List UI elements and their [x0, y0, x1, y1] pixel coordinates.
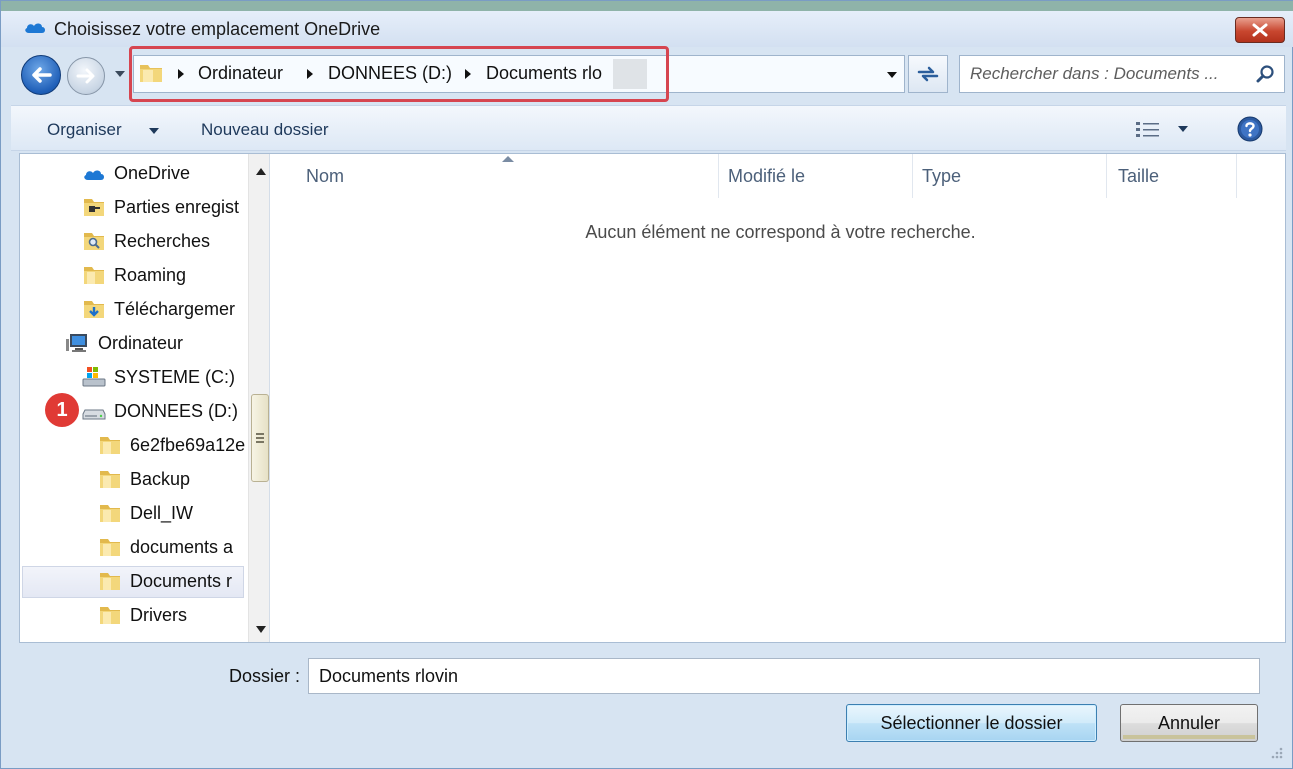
close-icon — [1252, 23, 1268, 37]
new-folder-button[interactable]: Nouveau dossier — [201, 120, 329, 140]
tree-item-label: Ordinateur — [98, 332, 184, 353]
tree-item-label: Téléchargemer — [114, 298, 236, 319]
folder-name-input[interactable] — [308, 658, 1260, 694]
chevron-down-icon[interactable] — [149, 128, 159, 135]
column-separator[interactable] — [718, 154, 719, 198]
tree-item-label: 6e2fbe69a12e — [130, 434, 246, 455]
system-drive-icon — [82, 367, 106, 387]
sort-ascending-icon — [502, 156, 514, 162]
tree-item-label: Backup — [130, 468, 191, 489]
empty-list-message: Aucun élément ne correspond à votre rech… — [585, 222, 976, 242]
help-icon[interactable] — [1237, 116, 1263, 142]
back-button[interactable] — [21, 55, 61, 95]
refresh-icon — [917, 66, 939, 82]
drive-icon — [82, 409, 106, 420]
column-separator[interactable] — [1236, 154, 1237, 198]
column-header-name[interactable]: Nom — [306, 166, 344, 187]
tree-item-label: documents a — [130, 536, 234, 557]
tree-item-label: DONNEES (D:) — [114, 400, 239, 421]
tree-item-saved-games[interactable]: Parties enregist — [82, 192, 239, 222]
chevron-down-icon[interactable] — [1178, 126, 1188, 133]
computer-icon — [66, 334, 87, 352]
column-separator[interactable] — [1106, 154, 1107, 198]
close-button[interactable] — [1235, 17, 1285, 43]
tree-item-label: Drivers — [130, 604, 187, 625]
tree-item-label: Parties enregist — [114, 196, 240, 217]
tree-item-label: Recherches — [114, 230, 211, 251]
tree-item-searches[interactable]: Recherches — [82, 226, 210, 256]
tree-scrollbar[interactable] — [248, 154, 269, 642]
step-badge: 1 — [45, 393, 79, 427]
tree-item-downloads[interactable]: Téléchargemer — [82, 294, 235, 324]
scroll-grip-icon — [256, 433, 264, 443]
history-dropdown-icon[interactable] — [114, 68, 126, 80]
address-dropdown-icon[interactable] — [886, 70, 898, 80]
column-header-modified[interactable]: Modifié le — [728, 166, 805, 187]
toolbar: Organiser Nouveau dossier — [11, 105, 1286, 151]
tree-item-system-drive[interactable]: SYSTEME (C:) — [82, 362, 235, 392]
column-header-type[interactable]: Type — [922, 166, 961, 187]
resize-grip-icon[interactable] — [1267, 743, 1285, 761]
column-separator[interactable] — [912, 154, 913, 198]
folder-icon — [100, 607, 120, 624]
view-options-icon[interactable] — [1135, 120, 1161, 140]
tree-item-folder-hash[interactable]: 6e2fbe69a12e — [98, 430, 245, 460]
tree-item-label: SYSTEME (C:) — [114, 366, 236, 387]
tree-item-documents-a[interactable]: documents a — [98, 532, 233, 562]
folder-icon — [100, 437, 120, 454]
folder-icon — [100, 505, 120, 522]
tree-item-drivers[interactable]: Drivers — [98, 600, 187, 630]
search-input[interactable] — [970, 64, 1242, 84]
tree-item-label: Documents r — [130, 570, 233, 591]
folder-picker-dialog: Choisissez votre emplacement OneDrive Or… — [0, 0, 1293, 769]
scroll-up-icon[interactable] — [256, 168, 266, 175]
tree-item-onedrive[interactable]: OneDrive — [82, 158, 190, 188]
folder-label: Dossier : — [229, 666, 301, 686]
folder-icon — [100, 471, 120, 488]
saved-games-icon — [84, 199, 104, 216]
search-icon[interactable] — [1256, 64, 1276, 84]
tree-item-roaming[interactable]: Roaming — [82, 260, 186, 290]
window-title: Choisissez votre emplacement OneDrive — [54, 19, 381, 39]
tree-item-data-drive[interactable]: DONNEES (D:) — [82, 396, 238, 426]
downloads-folder-icon — [84, 301, 104, 318]
forward-button[interactable] — [67, 57, 105, 95]
arrow-right-icon — [76, 68, 95, 84]
cancel-button[interactable]: Annuler — [1120, 704, 1258, 742]
tree-item-dell-iw[interactable]: Dell_IW — [98, 498, 193, 528]
search-box[interactable] — [959, 55, 1285, 93]
tree-item-backup[interactable]: Backup — [98, 464, 190, 494]
scrollbar-thumb[interactable] — [251, 394, 269, 482]
tree-item-label: Roaming — [114, 264, 187, 285]
tree-item-documents-r[interactable]: Documents r — [98, 566, 232, 596]
address-highlight-annotation — [129, 46, 669, 102]
tree-item-label: Dell_IW — [130, 502, 194, 523]
tree-item-label: OneDrive — [114, 162, 191, 183]
folder-icon — [100, 539, 120, 556]
onedrive-icon — [25, 23, 45, 33]
folder-icon — [100, 573, 120, 590]
file-list-pane: Nom Modifié le Type Taille Aucun élément… — [276, 154, 1285, 642]
scroll-down-icon[interactable] — [256, 626, 266, 633]
select-folder-button[interactable]: Sélectionner le dossier — [846, 704, 1097, 742]
content-area: OneDrive Parties enregist Recherches Roa… — [19, 153, 1286, 643]
title-bar: Choisissez votre emplacement OneDrive — [1, 11, 1293, 47]
folder-icon — [84, 267, 104, 284]
arrow-left-icon — [32, 67, 52, 83]
window-top-strip — [1, 1, 1293, 11]
onedrive-icon — [84, 170, 104, 180]
tree-item-computer[interactable]: Ordinateur — [66, 328, 183, 358]
searches-folder-icon — [84, 233, 104, 250]
column-header-size[interactable]: Taille — [1118, 166, 1159, 187]
refresh-button[interactable] — [908, 55, 948, 93]
organise-button[interactable]: Organiser — [47, 120, 122, 140]
